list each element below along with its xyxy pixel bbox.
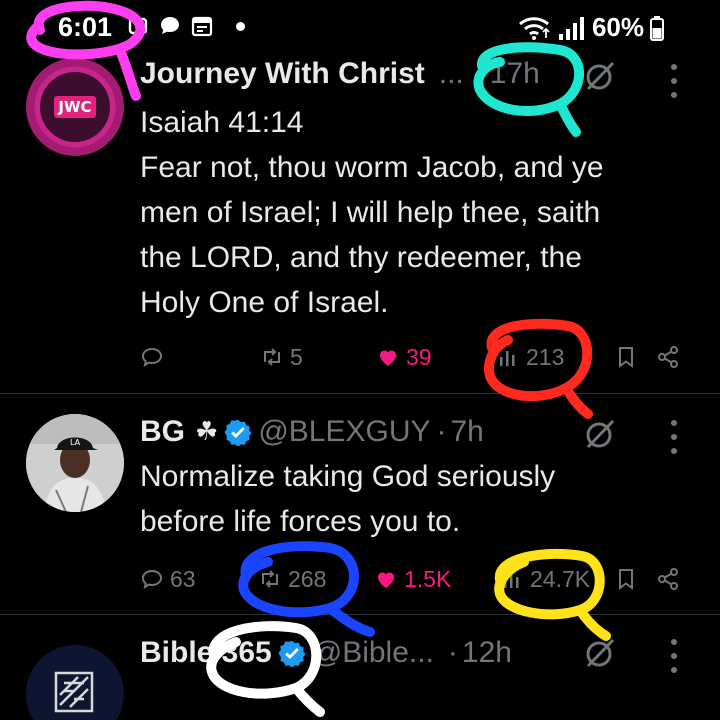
share-button[interactable] [656,559,680,599]
tweet-text: Normalize taking God seriously before li… [140,454,680,544]
shamrock-symbol: ☘ [195,417,219,447]
repost-count: 5 [290,343,303,370]
views-button[interactable]: 213 [496,337,564,377]
tweet-text-line: men of Israel; I will help thee, saith [140,196,601,229]
display-name[interactable]: Bible 365 [140,636,272,670]
reply-button[interactable] [140,337,170,377]
repost-icon [262,570,278,588]
repost-icon [264,348,280,366]
avatar-photo: LA [26,414,124,512]
bookmark-button[interactable] [614,337,638,377]
more-options-icon[interactable] [669,639,679,673]
svg-text:LA: LA [70,438,81,447]
tweet-blexguy[interactable]: LA BG ☘ @BLEXGUY · 7h Normalize taking G… [0,394,720,614]
avatar[interactable]: JWC [26,58,124,156]
tweet-text-line: Isaiah 41:14 [140,106,304,139]
reply-count: 63 [170,565,196,592]
views-icon [504,573,519,588]
reply-button[interactable]: 63 [140,559,196,599]
reply-icon [141,347,163,368]
repost-button[interactable]: 268 [258,559,326,599]
tweet-text: Isaiah 41:14 Fear not, thou worm Jacob, … [140,100,680,325]
avatar[interactable] [26,645,124,720]
bookmark-icon [619,569,633,590]
tweet-text-line: Holy One of Israel. [140,286,389,319]
like-count: 39 [406,343,432,370]
grok-icon[interactable] [584,637,616,669]
share-icon [658,568,678,590]
repost-button[interactable]: 5 [260,337,303,377]
tweet-journey-with-christ[interactable]: JWC Journey With Christ ... · 17h Isaiah… [0,0,720,392]
tweet-header: Bible 365 @Bible... · 12h [140,631,512,675]
tweet-actions: 5 39 213 [0,337,720,377]
more-options-icon[interactable] [669,64,679,98]
display-name[interactable]: Journey With Christ [140,57,425,91]
handle[interactable]: @Bible... [312,636,434,670]
tweet-time[interactable]: 17h [490,57,540,91]
bookmark-button[interactable] [614,559,638,599]
heart-icon [378,572,394,588]
time-separator: · [473,57,484,90]
heart-icon [380,350,396,366]
tweet-header: BG ☘ @BLEXGUY · 7h [140,410,484,454]
tweet-text-line: Fear not, thou worm Jacob, and ye [140,151,604,184]
views-icon [500,351,515,366]
tweet-time[interactable]: 7h [451,415,484,449]
verified-badge-icon [224,419,252,446]
views-count: 213 [526,343,565,370]
time-separator: · [436,415,447,448]
tweet-time[interactable]: 12h [462,636,512,670]
views-button[interactable]: 24.7K [500,559,590,599]
handle[interactable]: ... [439,57,464,91]
views-count: 24.7K [530,565,591,592]
repost-count: 268 [288,565,327,592]
more-options-icon[interactable] [669,420,679,454]
reply-icon [141,569,163,590]
bible-logo-icon [54,671,94,713]
tweet-text-line: before life forces you to. [140,505,461,538]
avatar[interactable]: LA [26,414,124,512]
display-name[interactable]: BG [140,415,185,449]
tweet-header: Journey With Christ ... · 17h [140,52,540,96]
tweet-actions: 63 268 1.5K 24.7K [0,559,720,599]
handle[interactable]: @BLEXGUY [258,415,430,449]
grok-icon[interactable] [584,418,616,450]
avatar-logo-text: JWC [54,96,96,118]
tweet-text-line: the LORD, and thy redeemer, the [140,241,582,274]
verified-badge-icon [278,640,306,667]
bookmark-icon [619,347,633,368]
share-icon [658,346,678,368]
tweet-bible-365[interactable]: Bible 365 @Bible... · 12h [0,615,720,720]
like-count: 1.5K [404,565,452,592]
like-button[interactable]: 1.5K [374,559,451,599]
like-button[interactable]: 39 [376,337,432,377]
tweet-text-line: Normalize taking God seriously [140,460,556,493]
grok-icon[interactable] [584,60,616,92]
time-separator: · [447,636,458,669]
share-button[interactable] [656,337,680,377]
